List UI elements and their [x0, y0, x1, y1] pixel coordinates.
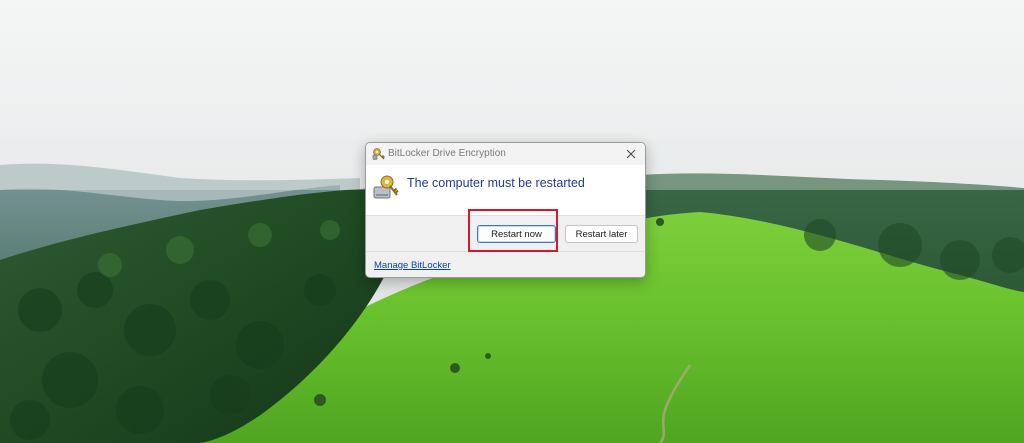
bitlocker-drive-icon — [373, 175, 399, 199]
close-icon — [626, 149, 636, 159]
dialog-titlebar[interactable]: BitLocker Drive Encryption — [366, 143, 645, 165]
manage-bitlocker-link[interactable]: Manage BitLocker — [374, 260, 451, 271]
highlight-annotation-box — [468, 209, 558, 252]
dialog-content: The computer must be restarted — [366, 165, 645, 215]
dialog-heading: The computer must be restarted — [407, 176, 585, 190]
dialog-footer: Manage BitLocker — [366, 251, 645, 277]
desktop: BitLocker Drive Encryption The computer … — [0, 0, 1024, 443]
bitlocker-key-icon — [372, 148, 385, 160]
close-button[interactable] — [623, 146, 639, 162]
dialog-title: BitLocker Drive Encryption — [388, 148, 506, 159]
restart-later-button[interactable]: Restart later — [565, 225, 638, 243]
